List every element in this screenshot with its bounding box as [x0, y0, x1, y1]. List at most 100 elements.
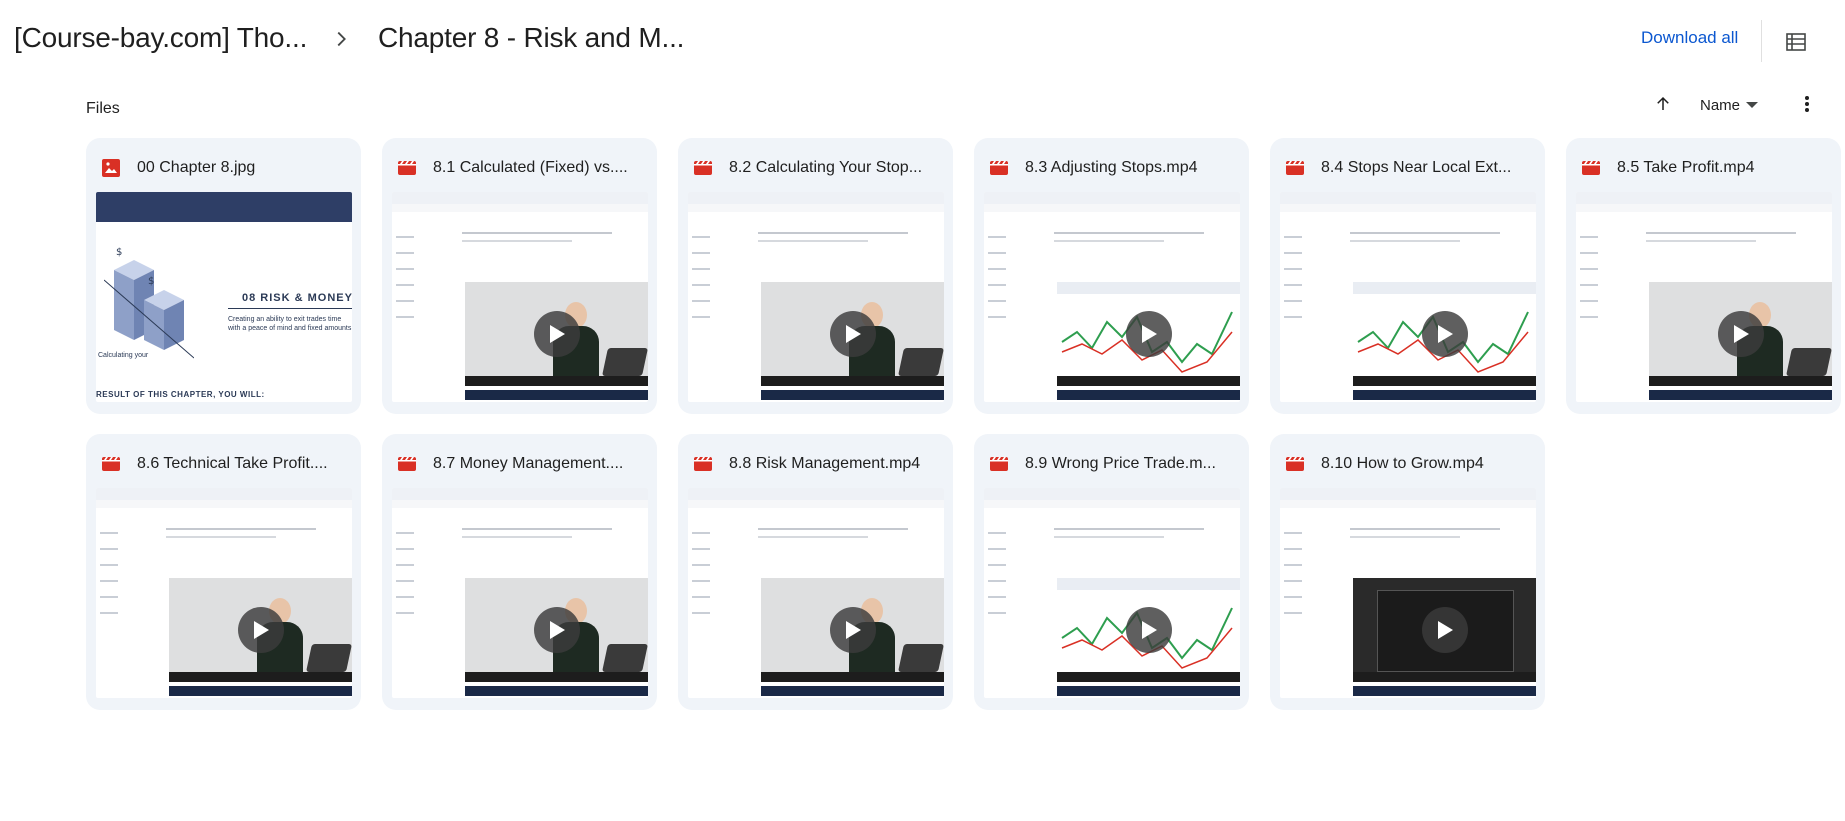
player-controls [1057, 672, 1240, 682]
video-frame [1353, 282, 1536, 386]
download-all-button[interactable]: Download all [1641, 28, 1738, 48]
video-icon [990, 457, 1008, 471]
lesson-text-line [758, 528, 908, 530]
file-name: 8.1 Calculated (Fixed) vs.... [433, 159, 628, 176]
player-controls [761, 672, 944, 682]
test-button-graphic [465, 390, 648, 400]
chevron-right-icon [330, 28, 352, 50]
file-card-header: 00 Chapter 8.jpg [101, 156, 351, 180]
video-frame [1649, 282, 1832, 386]
bookmarks-bar [984, 204, 1240, 212]
lesson-text-line [758, 232, 908, 234]
laptop-figure [602, 644, 648, 672]
lesson-sidebar [1284, 222, 1306, 372]
lesson-text-line [1054, 232, 1204, 234]
laptop-figure [898, 348, 944, 376]
lesson-text-line [1350, 240, 1460, 242]
arrow-up-icon [1657, 96, 1669, 110]
bookmarks-bar [392, 500, 648, 508]
lesson-text-line [166, 528, 316, 530]
file-card[interactable]: 8.4 Stops Near Local Ext... [1270, 138, 1545, 414]
video-frame [761, 578, 944, 682]
test-button-graphic [761, 390, 944, 400]
cover-banner [96, 192, 352, 222]
laptop-figure [898, 644, 944, 672]
lesson-text-line [1350, 232, 1500, 234]
file-name: 8.2 Calculating Your Stop... [729, 159, 923, 176]
cover-divider [228, 308, 352, 309]
file-card[interactable]: 8.5 Take Profit.mp4 [1566, 138, 1841, 414]
lesson-text-line [758, 240, 868, 242]
breadcrumb-parent-folder[interactable]: [Course-bay.com] Tho... [14, 22, 307, 54]
video-thumbnail [1576, 192, 1832, 402]
file-card-header: 8.9 Wrong Price Trade.m... [989, 452, 1239, 476]
test-button-graphic [1057, 686, 1240, 696]
video-thumbnail [688, 192, 944, 402]
video-thumbnail [392, 192, 648, 402]
lesson-text-line [1350, 536, 1460, 538]
file-card[interactable]: 8.7 Money Management.... [382, 434, 657, 710]
file-card-header: 8.6 Technical Take Profit.... [101, 452, 351, 476]
file-card-header: 8.3 Adjusting Stops.mp4 [989, 156, 1239, 180]
lesson-text-line [462, 536, 572, 538]
video-thumbnail [984, 192, 1240, 402]
file-name: 8.6 Technical Take Profit.... [137, 455, 328, 472]
video-icon [990, 161, 1008, 175]
caret-down-icon [1746, 102, 1759, 108]
cover-subtitle: with a peace of mind and fixed amounts [228, 325, 352, 332]
file-card-header: 8.2 Calculating Your Stop... [693, 156, 943, 180]
cover-footer-text: RESULT OF THIS CHAPTER, YOU WILL: [96, 390, 265, 399]
laptop-figure [306, 644, 352, 672]
more-options-button[interactable] [1794, 91, 1820, 117]
video-thumbnail [688, 488, 944, 698]
video-thumbnail [1280, 192, 1536, 402]
video-thumbnail [1280, 488, 1536, 698]
player-controls [1353, 672, 1536, 682]
bookmarks-bar [1280, 204, 1536, 212]
play-icon [829, 311, 876, 357]
laptop-figure [1786, 348, 1832, 376]
file-card[interactable]: 8.9 Wrong Price Trade.m... [974, 434, 1249, 710]
video-thumbnail [984, 488, 1240, 698]
lesson-sidebar [692, 518, 714, 668]
cover-title: 08 RISK & MONEY MAN [242, 292, 352, 304]
header-divider [1761, 20, 1762, 62]
video-thumbnail [392, 488, 648, 698]
file-name: 8.9 Wrong Price Trade.m... [1025, 455, 1216, 472]
file-name: 8.3 Adjusting Stops.mp4 [1025, 159, 1198, 176]
lesson-text-line [1054, 528, 1204, 530]
breadcrumb-current-folder[interactable]: Chapter 8 - Risk and M... [378, 22, 684, 54]
play-icon [533, 607, 580, 653]
bookmarks-bar [1280, 500, 1536, 508]
file-name: 00 Chapter 8.jpg [137, 159, 256, 176]
lesson-sidebar [692, 222, 714, 372]
play-icon [237, 607, 284, 653]
svg-text:$: $ [148, 276, 154, 287]
file-card[interactable]: 8.3 Adjusting Stops.mp4 [974, 138, 1249, 414]
lesson-sidebar [988, 518, 1010, 668]
test-button-graphic [169, 686, 352, 696]
bookmarks-bar [96, 500, 352, 508]
lesson-sidebar [1580, 222, 1602, 372]
lesson-text-line [1350, 528, 1500, 530]
lesson-sidebar [396, 222, 418, 372]
file-card[interactable]: 8.8 Risk Management.mp4 [678, 434, 953, 710]
player-controls [1057, 376, 1240, 386]
sort-by-name-button[interactable]: Name [1700, 94, 1759, 116]
file-card[interactable]: 8.1 Calculated (Fixed) vs.... [382, 138, 657, 414]
video-icon [102, 457, 120, 471]
lesson-text-line [462, 232, 612, 234]
lesson-text-line [1646, 240, 1756, 242]
file-card[interactable]: 00 Chapter 8.jpg $ $ 08 RISK & MONEY MAN [86, 138, 361, 414]
file-card[interactable]: 8.6 Technical Take Profit.... [86, 434, 361, 710]
play-icon [829, 607, 876, 653]
player-controls [761, 376, 944, 386]
file-card-header: 8.8 Risk Management.mp4 [693, 452, 943, 476]
list-view-button[interactable] [1780, 26, 1812, 58]
file-card[interactable]: 8.2 Calculating Your Stop... [678, 138, 953, 414]
file-name: 8.10 How to Grow.mp4 [1321, 455, 1484, 472]
lesson-sidebar [396, 518, 418, 668]
file-card[interactable]: 8.10 How to Grow.mp4 [1270, 434, 1545, 710]
lesson-sidebar [100, 518, 122, 668]
sort-direction-button[interactable] [1650, 91, 1676, 117]
